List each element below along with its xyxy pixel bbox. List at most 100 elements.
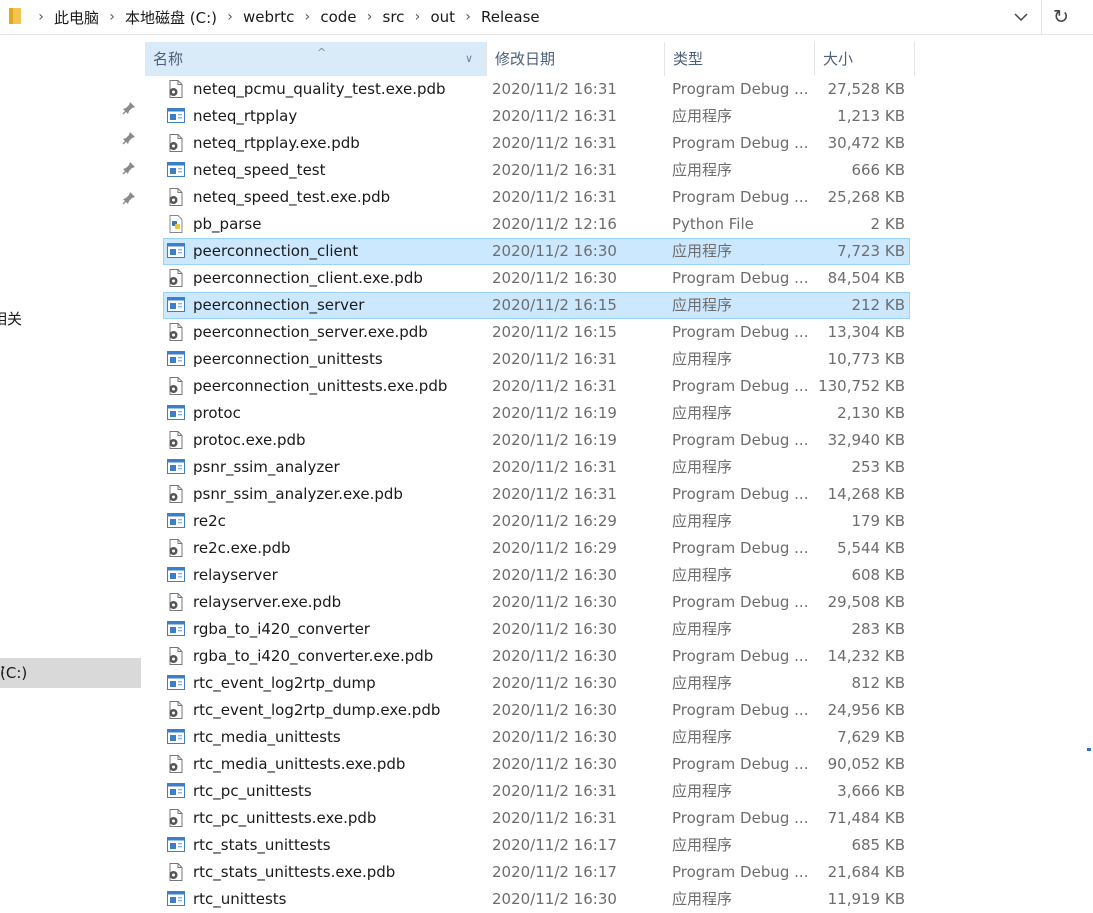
file-row[interactable]: protoc.exe.pdb 2020/11/2 16:19 Program Deb… (163, 427, 910, 454)
file-row[interactable]: rtc_unittests 2020/11/2 16:30 应用程序 11,919 K… (163, 886, 910, 913)
breadcrumb-item-release[interactable]: Release (479, 8, 542, 26)
file-date: 2020/11/2 16:31 (492, 458, 617, 476)
file-type: Program Debug ... (672, 269, 809, 287)
file-size: 71,484 KB (827, 809, 905, 827)
file-size: 5,544 KB (837, 539, 905, 557)
nav-item-drive-d[interactable]: ): (0, 660, 5, 678)
breadcrumb-item-out[interactable]: out (428, 8, 457, 26)
file-row[interactable]: peerconnection_client.exe.pdb 2020/11/2 1… (163, 265, 910, 292)
file-row[interactable]: neteq_rtpplay 2020/11/2 16:31 应用程序 1,213 KB (163, 103, 910, 130)
file-row[interactable]: protoc 2020/11/2 16:19 应用程序 2,130 KB (163, 400, 910, 427)
breadcrumb-item-this-pc[interactable]: 此电脑 (52, 7, 101, 28)
file-name: protoc.exe.pdb (193, 431, 306, 449)
file-row[interactable]: rtc_event_log2rtp_dump 2020/11/2 16:30 应用程… (163, 670, 910, 697)
file-name: rtc_media_unittests (193, 728, 341, 746)
file-date: 2020/11/2 16:31 (492, 134, 617, 152)
exe-icon (167, 458, 185, 476)
chevron-right-icon[interactable]: › (296, 9, 318, 25)
file-row[interactable]: rtc_stats_unittests 2020/11/2 16:17 应用程序 68… (163, 832, 910, 859)
chevron-right-icon[interactable]: › (457, 9, 479, 25)
chevron-right-icon[interactable]: › (30, 9, 52, 25)
file-row[interactable]: neteq_speed_test 2020/11/2 16:31 应用程序 666 K… (163, 157, 910, 184)
column-header-type[interactable]: 类型 (665, 42, 814, 76)
file-type: Program Debug ... (672, 755, 809, 773)
file-row[interactable]: rgba_to_i420_converter 2020/11/2 16:30 应用程… (163, 616, 910, 643)
file-name: peerconnection_server (193, 296, 365, 314)
column-header-date[interactable]: 修改日期 (487, 42, 664, 76)
file-row[interactable]: neteq_pcmu_quality_test.exe.pdb 2020/11/2… (163, 76, 910, 103)
chevron-down-icon (1014, 13, 1028, 22)
file-row[interactable]: peerconnection_server 2020/11/2 16:15 应用程序… (163, 292, 910, 319)
breadcrumb-item-local-disk[interactable]: 本地磁盘 (C:) (123, 7, 219, 28)
file-row[interactable]: neteq_rtpplay.exe.pdb 2020/11/2 16:31 Prog… (163, 130, 910, 157)
breadcrumb-item-webrtc[interactable]: webrtc (241, 8, 296, 26)
file-row[interactable]: psnr_ssim_analyzer.exe.pdb 2020/11/2 16:3… (163, 481, 910, 508)
file-type: 应用程序 (672, 242, 733, 260)
file-date: 2020/11/2 16:31 (492, 809, 617, 827)
column-header-size-label: 大小 (823, 50, 854, 68)
file-row[interactable]: peerconnection_unittests 2020/11/2 16:31 应… (163, 346, 910, 373)
chevron-right-icon[interactable]: › (219, 9, 241, 25)
file-date: 2020/11/2 16:17 (492, 863, 617, 881)
file-row[interactable]: rtc_pc_unittests.exe.pdb 2020/11/2 16:31 P… (163, 805, 910, 832)
file-name: rtc_unittests (193, 890, 287, 908)
file-row[interactable]: relayserver 2020/11/2 16:30 应用程序 608 KB (163, 562, 910, 589)
exe-icon (167, 296, 185, 314)
file-name: neteq_speed_test (193, 161, 326, 179)
pin-icon[interactable] (122, 131, 136, 145)
file-row[interactable]: re2c 2020/11/2 16:29 应用程序 179 KB (163, 508, 910, 535)
pin-icon[interactable] (122, 191, 136, 205)
filter-dropdown-icon[interactable]: ∨ (465, 42, 473, 76)
address-bar[interactable]: › 此电脑 › 本地磁盘 (C:) › webrtc › code › src … (0, 0, 1093, 35)
file-row[interactable]: rtc_stats_unittests.exe.pdb 2020/11/2 16:… (163, 859, 910, 886)
file-row[interactable]: rgba_to_i420_converter.exe.pdb 2020/11/2 … (163, 643, 910, 670)
column-header-name[interactable]: 名称 ^ ∨ (145, 42, 486, 76)
column-divider[interactable] (914, 42, 915, 76)
pdb-icon (167, 863, 185, 881)
file-row[interactable]: relayserver.exe.pdb 2020/11/2 16:30 Progra… (163, 589, 910, 616)
nav-item-drive-c[interactable]: (C:) (0, 658, 141, 688)
column-header-size[interactable]: 大小 (815, 42, 915, 76)
address-history-dropdown[interactable] (1007, 3, 1035, 31)
refresh-button[interactable]: ↻ (1046, 3, 1076, 31)
navigation-pane[interactable]: 相关 (C:) ): (0, 35, 141, 910)
file-type: 应用程序 (672, 890, 733, 908)
pdb-icon (167, 377, 185, 395)
file-row[interactable]: rtc_event_log2rtp_dump.exe.pdb 2020/11/2 … (163, 697, 910, 724)
file-row[interactable]: peerconnection_server.exe.pdb 2020/11/2 1… (163, 319, 910, 346)
pin-icon[interactable] (122, 161, 136, 175)
file-row[interactable]: rtc_media_unittests 2020/11/2 16:30 应用程序 7,… (163, 724, 910, 751)
file-row[interactable]: neteq_speed_test.exe.pdb 2020/11/2 16:31 P… (163, 184, 910, 211)
file-name: re2c (193, 512, 226, 530)
exe-icon (167, 836, 185, 854)
pdb-icon (167, 188, 185, 206)
file-size: 14,232 KB (827, 647, 905, 665)
file-type: 应用程序 (672, 674, 733, 692)
breadcrumb-item-code[interactable]: code (318, 8, 358, 26)
pdb-icon (167, 755, 185, 773)
file-date: 2020/11/2 16:30 (492, 674, 617, 692)
file-type: Program Debug ... (672, 863, 809, 881)
file-row[interactable]: rtc_media_unittests.exe.pdb 2020/11/2 16:… (163, 751, 910, 778)
breadcrumb-item-src[interactable]: src (381, 8, 407, 26)
chevron-right-icon[interactable]: › (101, 9, 123, 25)
file-row[interactable]: rtc_pc_unittests 2020/11/2 16:31 应用程序 3,666… (163, 778, 910, 805)
file-name: psnr_ssim_analyzer (193, 458, 340, 476)
exe-icon (167, 620, 185, 638)
file-list[interactable]: neteq_pcmu_quality_test.exe.pdb 2020/11/2… (163, 76, 910, 913)
nav-item-related[interactable]: 相关 (0, 308, 22, 329)
file-row[interactable]: re2c.exe.pdb 2020/11/2 16:29 Program Debug… (163, 535, 910, 562)
chevron-right-icon[interactable]: › (359, 9, 381, 25)
file-row[interactable]: psnr_ssim_analyzer 2020/11/2 16:31 应用程序 253… (163, 454, 910, 481)
pdb-icon (167, 809, 185, 827)
chevron-right-icon[interactable]: › (406, 9, 428, 25)
file-row[interactable]: peerconnection_unittests.exe.pdb 2020/11/… (163, 373, 910, 400)
exe-icon (167, 674, 185, 692)
file-type: Program Debug ... (672, 134, 809, 152)
file-row[interactable]: peerconnection_client 2020/11/2 16:30 应用程序… (163, 238, 910, 265)
file-size: 84,504 KB (827, 269, 905, 287)
pdb-icon (167, 593, 185, 611)
refresh-icon: ↻ (1053, 6, 1069, 28)
file-row[interactable]: pb_parse 2020/11/2 12:16 Python File 2 KB (163, 211, 910, 238)
pin-icon[interactable] (122, 101, 136, 115)
